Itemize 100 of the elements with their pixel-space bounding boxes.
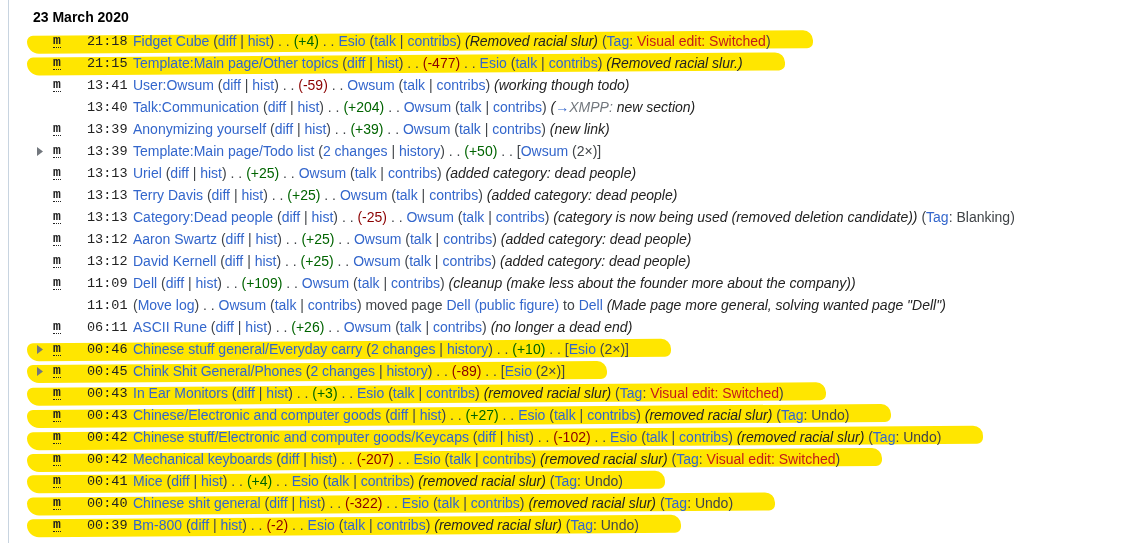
wiki-link[interactable]: history [386, 363, 428, 379]
wiki-link[interactable]: Dell [578, 297, 603, 313]
expand-arrow-icon[interactable] [37, 146, 43, 156]
wiki-link[interactable]: diff [267, 99, 287, 115]
wiki-link[interactable]: Owsum [406, 209, 454, 225]
wiki-link[interactable]: talk [374, 33, 396, 49]
wiki-link[interactable]: talk [354, 165, 377, 181]
wiki-link[interactable]: Bm-800 [133, 517, 183, 533]
wiki-link[interactable]: Mechanical keyboards [133, 451, 273, 467]
wiki-link[interactable]: Esio [307, 517, 335, 533]
wiki-link[interactable]: contribs [387, 165, 437, 181]
wiki-link[interactable]: diff [347, 55, 366, 71]
wiki-link[interactable]: Dell (public figure) [446, 297, 560, 313]
wiki-link[interactable]: David Kernell [133, 253, 217, 269]
wiki-link[interactable]: Tag [570, 517, 593, 533]
wiki-link[interactable]: Esio [568, 341, 596, 357]
wiki-link[interactable]: hist [252, 77, 275, 93]
wiki-link[interactable]: Esio [401, 495, 430, 511]
wiki-link[interactable]: hist [201, 473, 223, 489]
wiki-link[interactable]: Esio [357, 385, 385, 401]
wiki-link[interactable]: hist [299, 495, 321, 511]
wiki-link[interactable]: Owsum [343, 319, 392, 335]
wiki-link[interactable]: hist [245, 319, 268, 335]
wiki-link[interactable]: Aaron Swartz [133, 231, 218, 247]
wiki-link[interactable]: Owsum [353, 231, 402, 247]
wiki-link[interactable]: hist [247, 33, 270, 49]
wiki-link[interactable]: hist [507, 429, 530, 445]
wiki-link[interactable]: Owsum [298, 165, 347, 181]
wiki-link[interactable]: Esio [413, 451, 441, 467]
wiki-link[interactable]: talk [392, 385, 415, 401]
wiki-link[interactable]: Tag [926, 209, 949, 225]
wiki-link[interactable]: Esio [338, 33, 366, 49]
wiki-link[interactable]: hist [220, 517, 243, 533]
wiki-link[interactable]: Esio [479, 55, 507, 71]
wiki-link[interactable]: diff [170, 165, 189, 181]
wiki-link[interactable]: diff [281, 209, 301, 225]
wiki-link[interactable]: contribs [470, 495, 520, 511]
wiki-link[interactable]: hist [266, 385, 289, 401]
wiki-link[interactable]: contribs [587, 407, 637, 423]
wiki-link[interactable]: Tag [554, 473, 577, 489]
wiki-link[interactable]: contribs [679, 429, 729, 445]
wiki-link[interactable]: Owsum [402, 121, 451, 137]
wiki-link[interactable]: diff [225, 231, 245, 247]
wiki-link[interactable]: hist [311, 209, 334, 225]
wiki-link[interactable]: hist [241, 187, 264, 203]
wiki-link[interactable]: talk [515, 55, 538, 71]
wiki-link[interactable]: diff [389, 407, 409, 423]
wiki-link[interactable]: talk [459, 99, 482, 115]
wiki-link[interactable]: Category:Dead people [133, 209, 274, 225]
wiki-link[interactable]: Dell [133, 275, 158, 291]
wiki-link[interactable]: Owsum [353, 253, 401, 269]
wiki-link[interactable]: In Ear Monitors [133, 385, 228, 401]
wiki-link[interactable]: talk [409, 253, 431, 269]
wiki-link[interactable]: talk [553, 407, 576, 423]
wiki-link[interactable]: diff [222, 77, 241, 93]
wiki-link[interactable]: 2 changes [310, 363, 376, 379]
wiki-link[interactable]: diff [269, 495, 288, 511]
wiki-link[interactable]: Tag [676, 451, 699, 467]
wiki-link[interactable]: hist [200, 165, 222, 181]
wiki-link[interactable]: diff [165, 275, 185, 291]
wiki-link[interactable]: talk [449, 451, 472, 467]
wiki-link[interactable]: Owsum [218, 297, 267, 313]
wiki-link[interactable]: User:Owsum [133, 77, 214, 93]
wiki-link[interactable]: Chinese/Electronic and computer goods [133, 407, 382, 423]
wiki-link[interactable]: talk [403, 77, 426, 93]
wiki-link[interactable]: 2 changes [370, 341, 436, 357]
wiki-link[interactable]: diff [211, 187, 230, 203]
wiki-link[interactable]: Anonymizing yourself [133, 121, 267, 137]
wiki-link[interactable]: talk [409, 231, 432, 247]
wiki-link[interactable]: contribs [407, 33, 457, 49]
wiki-link[interactable]: Owsum [339, 187, 388, 203]
wiki-link[interactable]: contribs [492, 99, 542, 115]
wiki-link[interactable]: diff [190, 517, 210, 533]
wiki-link[interactable]: diff [280, 451, 300, 467]
wiki-link[interactable]: talk [645, 429, 668, 445]
wiki-link[interactable]: contribs [360, 473, 410, 489]
wiki-link[interactable]: diff [224, 253, 244, 269]
wiki-link[interactable]: talk [327, 473, 350, 489]
wiki-link[interactable]: talk [437, 495, 460, 511]
wiki-link[interactable]: Template:Main page/Todo list [133, 143, 315, 159]
wiki-link[interactable]: hist [297, 99, 320, 115]
wiki-link[interactable]: contribs [495, 209, 545, 225]
expand-arrow-icon[interactable] [37, 366, 43, 376]
wiki-link[interactable]: contribs [443, 231, 493, 247]
wiki-link[interactable]: history [398, 143, 441, 159]
wiki-link[interactable]: Chinese shit general [133, 495, 261, 511]
wiki-link[interactable]: talk [462, 209, 485, 225]
wiki-link[interactable]: → [555, 99, 570, 115]
wiki-link[interactable]: talk [274, 297, 297, 313]
wiki-link[interactable]: hist [254, 253, 277, 269]
wiki-link[interactable]: contribs [492, 121, 542, 137]
wiki-link[interactable]: Chinese stuff general/Everyday carry [133, 341, 363, 357]
wiki-link[interactable]: Owsum [520, 143, 569, 159]
wiki-link[interactable]: contribs [482, 451, 532, 467]
wiki-link[interactable]: Owsum [347, 77, 395, 93]
wiki-link[interactable]: Uriel [133, 165, 162, 181]
wiki-link[interactable]: diff [477, 429, 496, 445]
wiki-link[interactable]: Chinese stuff/Electronic and computer goods/Keycaps [133, 429, 469, 445]
wiki-link[interactable]: contribs [429, 187, 479, 203]
wiki-link[interactable]: Fidget Cube [133, 33, 210, 49]
